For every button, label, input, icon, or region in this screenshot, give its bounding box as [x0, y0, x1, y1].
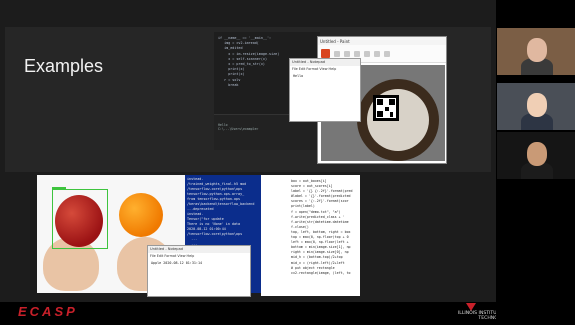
- apple-bounding-box: [52, 189, 108, 249]
- orange-image: [119, 193, 163, 237]
- paint-tool-icon: [334, 50, 340, 57]
- participant-video-tile[interactable]: [497, 28, 575, 75]
- terminal-line: C:\...\Users\example>: [218, 127, 259, 131]
- source-code-text: box = out_boxes[i] score = out_scores[i] l…: [291, 179, 353, 276]
- paint-tool-icon: [344, 50, 350, 57]
- participant-video-tile[interactable]: [497, 83, 575, 130]
- notepad-text: Hello: [293, 74, 304, 78]
- notepad-window: Untitled - Notepad File Edit Format View…: [289, 58, 361, 122]
- code-line: f.write(predicted_class + ': [291, 214, 345, 219]
- participant-face: [527, 93, 547, 117]
- qr-code-image: [373, 95, 399, 121]
- notepad-output-text: Apple 2020-08-12 01:31:14: [151, 261, 203, 265]
- paint-tool-icon: [354, 50, 360, 57]
- editor-code: if __name__ == '__main__': img = cv2.imr…: [218, 36, 279, 88]
- ecasp-logo: ECASP: [18, 304, 78, 319]
- code-line: cv2.rectangle(image, (left, to: [291, 270, 351, 275]
- participant-video-tile[interactable]: [497, 132, 575, 179]
- paint-tool-icon: [374, 50, 380, 57]
- source-code-panel: box = out_boxes[i] score = out_scores[i] l…: [261, 175, 360, 296]
- notepad-output-window: Untitled - Notepad File Edit Format View…: [147, 245, 251, 297]
- code-line: mid_v = (right-left)/2+left: [291, 260, 345, 265]
- slide-title: Examples: [24, 56, 104, 76]
- paint-tool-icon: [384, 50, 390, 57]
- participant-face: [527, 38, 547, 62]
- participant-face: [527, 142, 547, 166]
- notepad-output-titlebar: Untitled - Notepad: [148, 246, 250, 253]
- paint-tool-icon: [364, 50, 370, 57]
- paint-titlebar: Untitled - Paint: [318, 37, 446, 45]
- editor-terminal-text: Hello C:\...\Users\example>: [218, 123, 258, 131]
- paint-file-icon: [321, 49, 330, 58]
- code-line: break: [218, 82, 239, 87]
- apple-box-label: [52, 187, 66, 190]
- notepad-titlebar: Untitled - Notepad: [290, 59, 360, 66]
